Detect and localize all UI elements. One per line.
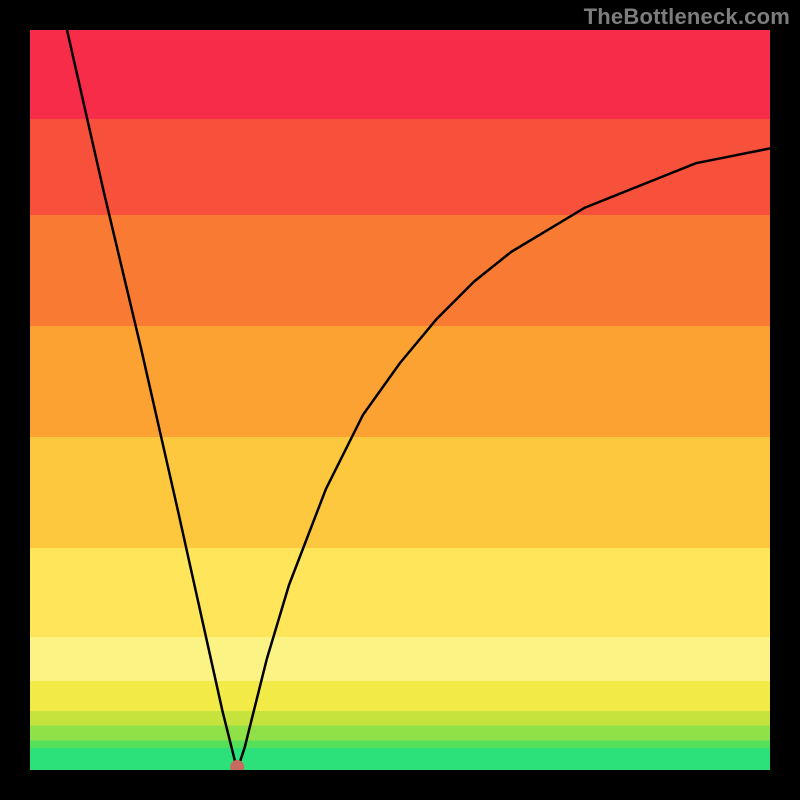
bottleneck-chart xyxy=(30,30,770,770)
chart-background xyxy=(30,30,770,770)
chart-frame: TheBottleneck.com xyxy=(0,0,800,800)
attribution-label: TheBottleneck.com xyxy=(584,4,790,30)
